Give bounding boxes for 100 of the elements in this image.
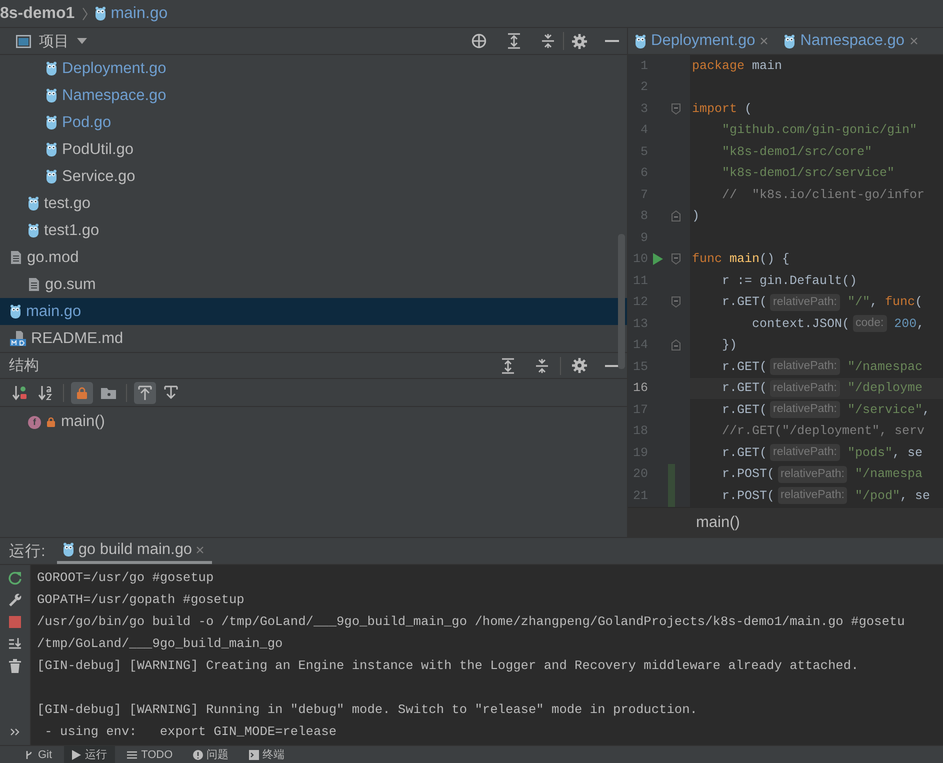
code-string: "k8s-demo1/src/service"	[721, 166, 895, 180]
play-icon	[72, 750, 82, 760]
fold-icon[interactable]	[671, 296, 681, 308]
editor-tab[interactable]: Deployment.go	[628, 28, 778, 54]
change-marker[interactable]	[668, 464, 675, 485]
tool-window-tab[interactable]: TODO	[119, 746, 181, 763]
code-text: r.GET(	[721, 381, 768, 396]
code-text: r.GET(	[721, 360, 768, 374]
tool-window-tab[interactable]: 运行	[64, 746, 116, 763]
breadcrumb-file[interactable]: main.go	[94, 4, 168, 22]
code-text: ,	[922, 402, 930, 417]
branch-icon	[24, 750, 34, 760]
gopher-icon	[28, 196, 39, 211]
function-name: main	[728, 252, 760, 266]
rerun-icon[interactable]	[8, 571, 22, 585]
settings-icon[interactable]	[572, 34, 587, 48]
code-text: (	[915, 295, 923, 310]
tool-window-tab[interactable]: Git	[16, 746, 60, 763]
tree-item[interactable]: go.mod	[0, 244, 627, 271]
crosshair-icon[interactable]	[471, 33, 487, 49]
code-string: "/pod"	[854, 488, 900, 503]
console-line: - using env: export GIN_MODE=release	[44, 723, 338, 741]
change-marker[interactable]	[668, 485, 675, 506]
toolbar-toggle[interactable]	[134, 382, 156, 404]
dropdown-caret-icon[interactable]	[77, 38, 87, 44]
tree-item[interactable]: PodUtil.go	[0, 136, 627, 163]
tree-item[interactable]: Service.go	[0, 163, 627, 190]
parameter-hint: relativePath:	[778, 466, 848, 483]
arrow-down-bar-icon	[164, 384, 178, 400]
gopher-icon	[46, 61, 57, 76]
settings-icon[interactable]	[572, 358, 587, 373]
code-text: ,	[916, 316, 924, 331]
scrollbar-thumb[interactable]	[618, 234, 625, 369]
gopher-icon	[635, 34, 646, 48]
tree-item[interactable]: main.go	[0, 298, 627, 325]
tool-window-tab[interactable]: 终端	[240, 746, 293, 763]
tool-window-tab[interactable]: 问题	[184, 746, 237, 763]
tree-item[interactable]: go.sum	[0, 271, 627, 298]
fold-icon[interactable]	[671, 339, 681, 352]
tree-item[interactable]: test.go	[0, 190, 627, 217]
minimize-icon[interactable]	[605, 364, 619, 366]
code-comment: //r.GET("/deployment", serv	[721, 424, 925, 438]
parameter-hint: relativePath:	[770, 444, 840, 462]
code-keyword: import	[692, 102, 738, 116]
parameter-hint: relativePath:	[778, 487, 848, 504]
lock-icon	[77, 386, 87, 398]
more-icon[interactable]	[10, 728, 20, 736]
tree-item[interactable]: README.md	[0, 325, 627, 352]
breadcrumb-function[interactable]: main()	[696, 514, 740, 532]
fold-icon[interactable]	[671, 210, 681, 222]
code-text: ,	[870, 295, 878, 310]
code-text: r.GET(	[721, 446, 768, 460]
gopher-icon	[46, 169, 57, 184]
document-icon	[28, 277, 40, 292]
parameter-hint: relativePath:	[770, 401, 840, 418]
console-line: /usr/go/bin/go build -o /tmp/GoLand/___9go_build_main_go /home/zhangpeng/GolandProjects/k8s-demo1/main.go #gosetu	[37, 613, 906, 631]
close-icon[interactable]	[760, 37, 768, 45]
code-keyword: package	[692, 58, 745, 73]
fold-icon[interactable]	[671, 102, 681, 115]
code-string: "/namespac	[846, 360, 922, 374]
collapse-all-icon[interactable]	[535, 358, 549, 374]
console-line: [GIN-debug] [WARNING] Running in "debug" mode. Switch to "release" mode in production.	[37, 701, 698, 719]
expand-all-icon[interactable]	[507, 33, 521, 49]
gopher-icon	[63, 542, 74, 557]
code-string: "/"	[846, 295, 870, 310]
window-icon	[16, 34, 31, 48]
code-string: "github.com/gin-gonic/gin"	[721, 123, 918, 138]
fold-icon[interactable]	[671, 253, 681, 266]
editor-tab[interactable]: Namespace.go	[777, 28, 927, 54]
gopher-icon	[28, 223, 39, 238]
gopher-icon	[10, 304, 21, 319]
toolbar-toggle[interactable]	[71, 382, 93, 404]
tree-item[interactable]: Namespace.go	[0, 82, 627, 109]
scroll-to-end-icon[interactable]	[8, 637, 22, 651]
run-icon[interactable]	[653, 253, 663, 266]
collapse-all-icon[interactable]	[541, 33, 555, 49]
code-text: r.GET(	[721, 402, 768, 417]
tree-item[interactable]: Pod.go	[0, 109, 627, 136]
code-text: r := gin.Default()	[721, 274, 858, 288]
close-icon[interactable]	[910, 37, 918, 45]
code-text: })	[721, 338, 738, 352]
gopher-icon	[46, 142, 57, 157]
trash-icon[interactable]	[9, 659, 21, 673]
breadcrumb-project[interactable]: 8s-demo1	[0, 4, 75, 22]
code-string: "/namespa	[854, 467, 922, 482]
code-text: r.GET(	[721, 295, 768, 310]
structure-item[interactable]: f main()	[0, 407, 627, 437]
line-number: 16	[632, 381, 648, 396]
code-number: 200	[893, 316, 917, 331]
code-text: () {	[760, 252, 790, 266]
console-line: GOROOT=/usr/go #gosetup	[37, 569, 215, 587]
tree-item[interactable]: test1.go	[0, 217, 627, 244]
tree-item[interactable]: Deployment.go	[0, 55, 627, 82]
expand-all-icon[interactable]	[501, 358, 515, 374]
wrench-icon[interactable]	[8, 593, 22, 607]
console-line: GOPATH=/usr/gopath #gosetup	[37, 591, 246, 609]
parameter-hint: relativePath:	[770, 380, 840, 397]
close-icon[interactable]	[196, 546, 204, 554]
code-string: "/deployme	[846, 381, 922, 396]
gopher-icon	[784, 34, 796, 48]
